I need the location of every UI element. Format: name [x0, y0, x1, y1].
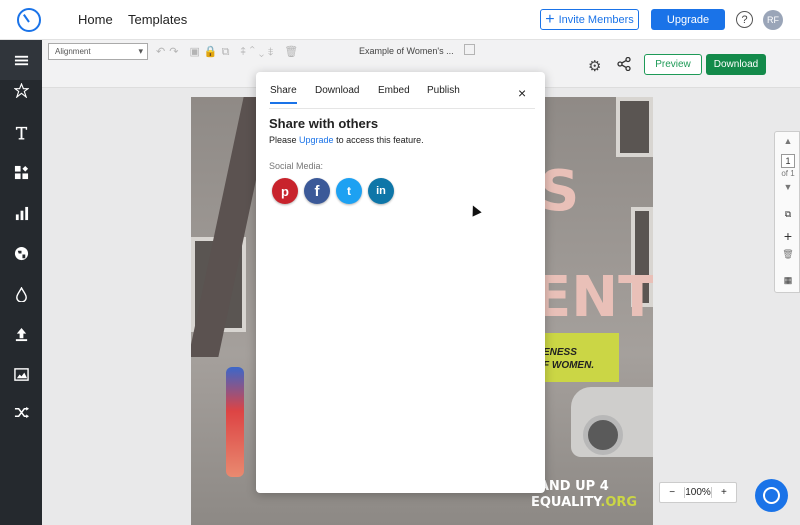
upgrade-button[interactable]: Upgrade: [651, 9, 725, 30]
facebook-icon[interactable]: f: [304, 178, 330, 204]
page-panel: ▲ 1 of 1 ▼ ⧉ + 🗑 ▦: [774, 131, 800, 293]
shuffle-icon[interactable]: [0, 392, 42, 432]
poster-footer-equality: EQUALITY: [531, 495, 601, 510]
droplet-icon[interactable]: [0, 274, 42, 314]
zoom-in-button[interactable]: +: [712, 487, 736, 498]
page-down-icon[interactable]: ▼: [775, 182, 800, 192]
delete-page-icon[interactable]: 🗑: [775, 249, 800, 260]
modal-tabs: Share Download Embed Publish: [269, 85, 535, 109]
poster-footer-org: .ORG: [600, 495, 638, 510]
tab-download[interactable]: Download: [315, 85, 359, 102]
shapes-icon[interactable]: [0, 152, 42, 192]
share-modal: Share Download Embed Publish × Share wit…: [256, 72, 545, 493]
poster-band-line1: ENESS: [543, 347, 577, 358]
note-suffix: to access this feature.: [333, 135, 424, 145]
left-sidebar: [0, 40, 42, 525]
tab-publish[interactable]: Publish: [427, 85, 460, 102]
modal-title: Share with others: [269, 116, 379, 131]
note-prefix: Please: [269, 135, 300, 145]
upload-icon[interactable]: [0, 314, 42, 354]
image-icon[interactable]: [0, 354, 42, 394]
gear-icon[interactable]: ⚙: [588, 57, 601, 75]
plus-icon: +: [545, 10, 555, 28]
document-title[interactable]: Example of Women's ...: [359, 46, 454, 56]
poster-footer-line2: EQUALITY.ORG: [531, 495, 637, 511]
poster-band-text[interactable]: ENESS F WOMEN.: [543, 346, 594, 372]
poster-footer-line1: TAND UP 4: [531, 479, 609, 494]
share-icon[interactable]: [617, 57, 631, 71]
linkedin-icon[interactable]: in: [368, 178, 394, 204]
app-logo-icon[interactable]: [17, 8, 41, 32]
zoom-out-button[interactable]: −: [660, 487, 684, 498]
tab-share[interactable]: Share: [270, 85, 297, 104]
toolbar-disabled-icons: ↶↷ ▣🔒⧉ ⇞⌃⌄⇟ 🗑: [156, 46, 303, 58]
zoom-value[interactable]: 100%: [684, 487, 712, 498]
chat-help-button[interactable]: [755, 479, 788, 512]
duplicate-page-icon[interactable]: ⧉: [775, 209, 800, 220]
close-icon[interactable]: ×: [518, 85, 526, 101]
twitter-icon[interactable]: t: [336, 178, 362, 204]
person-figure: [226, 367, 244, 477]
page-count: of 1: [781, 169, 795, 178]
edit-title-icon[interactable]: [464, 44, 475, 55]
page-up-icon[interactable]: ▲: [775, 136, 800, 146]
alignment-select[interactable]: Alignment: [48, 43, 148, 60]
top-bar: Home Templates + Invite Members Upgrade …: [0, 0, 800, 40]
upgrade-note: Please Upgrade to access this feature.: [269, 135, 424, 145]
page-number-input[interactable]: 1: [781, 154, 795, 168]
star-icon[interactable]: [0, 70, 42, 110]
add-page-icon[interactable]: +: [775, 228, 800, 244]
poster-footer[interactable]: TAND UP 4 EQUALITY.ORG: [531, 479, 637, 511]
poster-band-line2: F WOMEN.: [543, 360, 595, 371]
nav-templates[interactable]: Templates: [128, 12, 187, 27]
nav-home[interactable]: Home: [78, 12, 113, 27]
avatar[interactable]: RF: [763, 10, 783, 30]
page-grid-icon[interactable]: ▦: [775, 275, 800, 286]
globe-icon[interactable]: [0, 233, 42, 273]
upgrade-link[interactable]: Upgrade: [299, 135, 334, 145]
social-media-label: Social Media:: [269, 161, 324, 171]
chart-icon[interactable]: [0, 193, 42, 233]
invite-members-label: Invite Members: [558, 13, 634, 26]
zoom-control: − 100% +: [659, 482, 737, 503]
poster-headline-top[interactable]: S: [539, 159, 579, 224]
building-window: [616, 97, 653, 157]
poster-headline-mid[interactable]: ENT: [533, 265, 653, 330]
text-icon[interactable]: [0, 112, 42, 152]
pinterest-icon[interactable]: p: [272, 178, 298, 204]
preview-button[interactable]: Preview: [644, 54, 702, 75]
car-wheel: [583, 415, 623, 455]
invite-members-button[interactable]: + Invite Members: [540, 9, 639, 30]
help-icon[interactable]: ?: [736, 11, 753, 28]
tab-embed[interactable]: Embed: [378, 85, 410, 102]
download-button[interactable]: Download: [706, 54, 766, 75]
